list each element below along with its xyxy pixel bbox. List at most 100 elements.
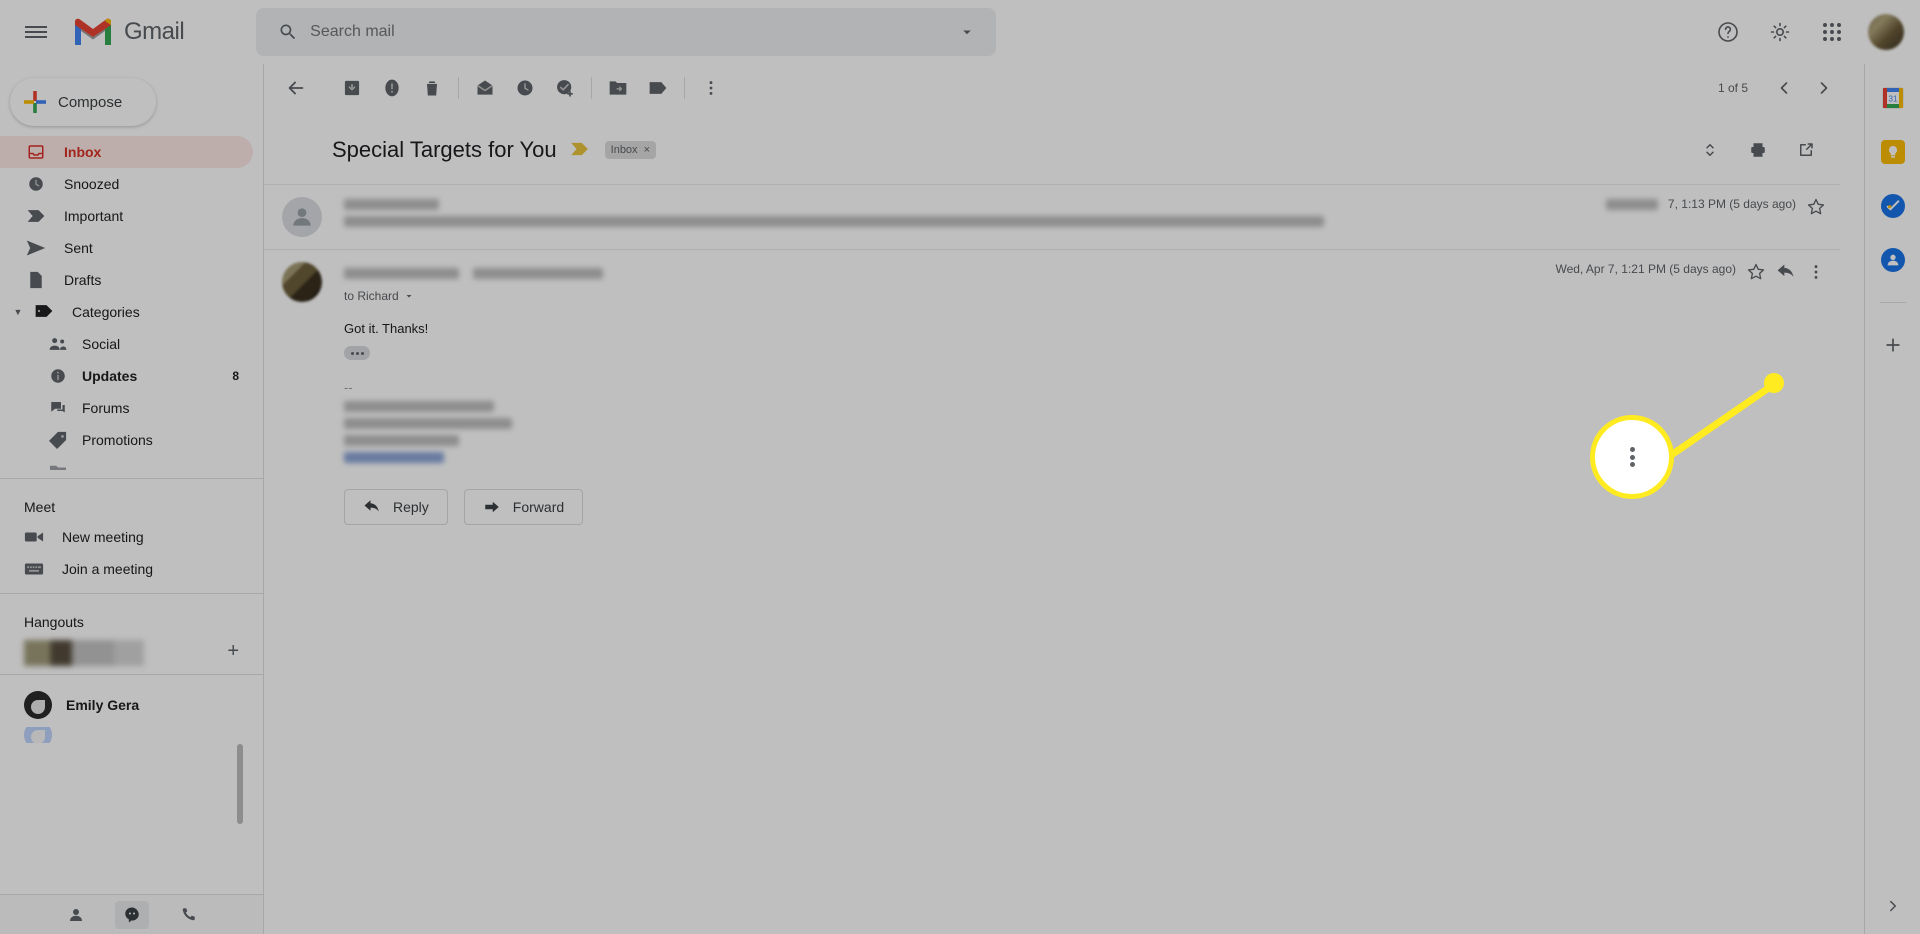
chevron-left-icon[interactable] [1766,70,1802,106]
message-body-text: Got it. Thanks! [344,321,429,336]
google-calendar-icon[interactable]: 31 [1880,86,1905,110]
recipients-line[interactable]: to Richard [344,289,1555,303]
mark-unread-icon[interactable] [465,68,505,108]
sidebar-item-label: Snoozed [64,176,120,192]
timestamp-redacted [1605,199,1658,210]
hangouts-account-name [24,640,144,666]
plus-icon [24,91,46,113]
archive-icon[interactable] [332,68,372,108]
message-collapsed[interactable]: 7, 1:13 PM (5 days ago) [264,184,1840,249]
google-keep-icon[interactable] [1880,140,1905,164]
divider [0,478,263,479]
compose-button[interactable]: Compose [10,78,156,126]
pagination-text: 1 of 5 [1717,81,1748,95]
expand-collapse-icon[interactable] [1690,130,1730,170]
sidebar-item-forums[interactable]: Forums [0,392,253,424]
app-title: Gmail [124,18,185,45]
sidebar-item-important[interactable]: Important [0,200,253,232]
reply-arrow-icon[interactable] [1776,262,1796,287]
subject-row: Special Targets for You Inbox × [264,112,1840,184]
sidebar-item-inbox[interactable]: Inbox [0,136,253,168]
forward-button-label: Forward [512,499,565,515]
star-outline-icon[interactable] [1806,197,1826,222]
sidebar-item-sent[interactable]: Sent [0,232,253,264]
divider [1879,302,1906,303]
add-to-tasks-icon[interactable] [545,68,585,108]
divider [591,77,592,99]
message-preview [322,197,1606,237]
calendar-day-label: 31 [1888,95,1897,104]
divider [684,77,685,99]
message-expanded: to Richard Wed, Apr 7, 1:21 PM (5 days a… [264,249,1840,537]
hamburger-icon[interactable] [12,8,60,56]
top-bar: Gmail [0,0,1920,64]
reply-button-label: Reply [393,499,429,515]
recipients-text: to Richard [344,289,399,303]
side-panel: 31 [1864,64,1920,934]
sidebar-item-label: New meeting [62,529,144,545]
sidebar-item-join-meeting[interactable]: Join a meeting [0,553,253,585]
print-icon[interactable] [1738,130,1778,170]
divider [458,77,459,99]
sidebar-item-truncated[interactable] [0,456,263,470]
label-chip-text: Inbox [610,144,638,156]
reply-arrow-icon [364,500,379,512]
avatar [282,262,322,302]
sidebar-item-new-meeting[interactable]: New meeting [0,521,253,553]
label-chip-inbox[interactable]: Inbox × [604,141,656,159]
plus-icon[interactable]: + [227,640,263,663]
important-marker-icon[interactable] [569,140,591,161]
sidebar-item-label: Drafts [64,272,102,288]
google-contacts-icon[interactable] [1880,248,1905,272]
star-outline-icon[interactable] [1746,262,1766,287]
move-to-folder-icon[interactable] [598,68,638,108]
signature-line-redacted [344,435,459,446]
show-trimmed-content-icon[interactable] [344,346,370,360]
search-input[interactable] [308,22,951,42]
hangouts-contact[interactable]: Emily Gera [0,683,263,727]
message-meta: 7, 1:13 PM (5 days ago) [1605,197,1826,237]
open-in-new-window-icon[interactable] [1786,130,1826,170]
reply-button[interactable]: Reply [344,489,448,525]
forum-icon [48,398,68,418]
avatar[interactable] [1868,14,1904,50]
sidebar-item-snoozed[interactable]: Snoozed [0,168,253,200]
forward-button[interactable]: Forward [463,489,584,525]
report-spam-icon[interactable] [372,68,412,108]
search-bar[interactable] [256,8,997,56]
back-arrow-icon[interactable] [276,68,316,108]
help-icon[interactable] [1704,8,1752,56]
sender-name-redacted [344,268,459,279]
page-title: Special Targets for You [332,137,557,162]
avatar [24,727,52,743]
add-addon-icon[interactable] [1881,333,1905,357]
tag-icon [48,430,68,450]
compose-label: Compose [58,93,123,111]
person-icon[interactable] [59,901,93,929]
chevron-right-icon[interactable] [1806,70,1842,106]
hangouts-contact[interactable] [0,727,263,743]
sidebar-item-drafts[interactable]: Drafts [0,264,253,296]
sidebar-item-categories[interactable]: ▼ Categories [0,296,263,328]
message-action-buttons: Reply Forward [344,489,1826,525]
gear-icon[interactable] [1756,8,1804,56]
chevron-right-icon[interactable] [1884,897,1902,920]
search-options-icon[interactable] [950,23,984,41]
top-right-actions [1704,8,1920,56]
labels-tag-icon[interactable] [638,68,678,108]
sidebar-scrollbar[interactable] [237,744,243,824]
phone-icon[interactable] [171,901,205,929]
trash-icon[interactable] [412,68,452,108]
sidebar-item-social[interactable]: Social [0,328,253,360]
more-vertical-icon[interactable] [1806,262,1826,287]
more-vertical-icon[interactable] [691,68,731,108]
sidebar-item-updates[interactable]: Updates 8 [0,360,253,392]
google-tasks-icon[interactable] [1880,194,1905,218]
sidebar-item-promotions[interactable]: Promotions [0,424,253,456]
hangouts-icon[interactable] [114,900,149,929]
sender-name-redacted [344,199,439,210]
close-icon[interactable]: × [644,144,650,156]
apps-grid-icon[interactable] [1808,8,1856,56]
signature-link-redacted[interactable] [344,452,444,463]
snooze-clock-icon[interactable] [505,68,545,108]
